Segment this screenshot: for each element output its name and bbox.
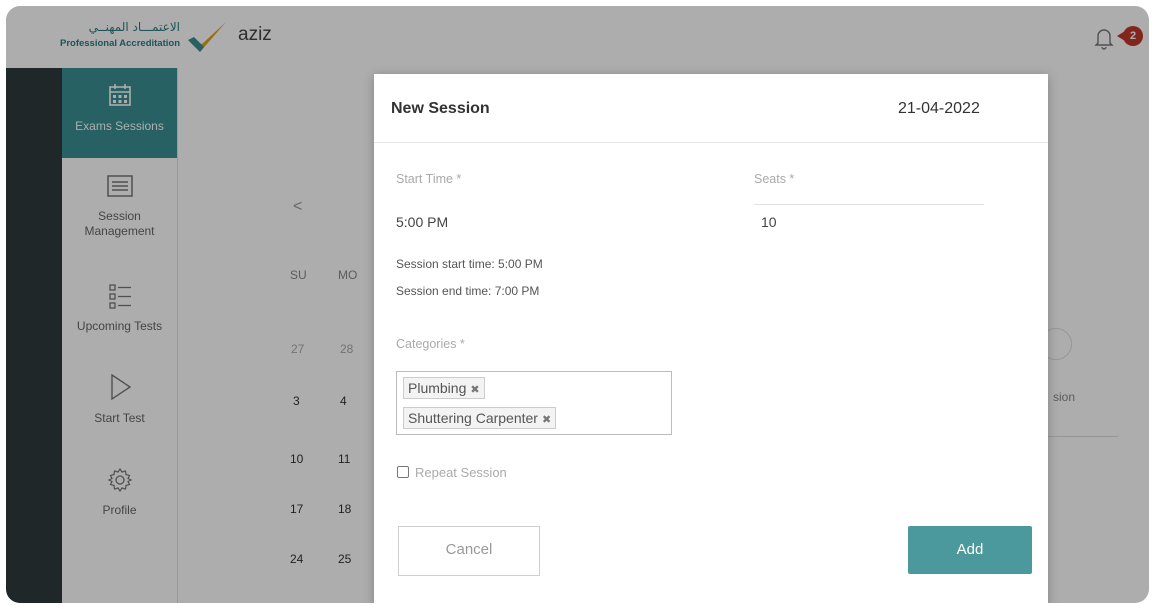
- session-start-text: Session start time: 5:00 PM: [396, 257, 543, 271]
- seats-underline: [754, 204, 984, 205]
- category-chip-label: Shuttering Carpenter: [408, 410, 538, 426]
- category-chip: Plumbing ✖: [403, 377, 485, 399]
- start-time-label: Start Time *: [396, 172, 462, 186]
- repeat-session-checkbox[interactable]: [397, 466, 409, 478]
- category-chip: Shuttering Carpenter ✖: [403, 407, 557, 429]
- new-session-dialog: New Session 21-04-2022 Start Time * 5:00…: [374, 74, 1048, 603]
- add-button[interactable]: Add: [908, 526, 1032, 574]
- categories-label: Categories *: [396, 337, 465, 351]
- repeat-session-option[interactable]: Repeat Session: [397, 465, 507, 480]
- repeat-session-label: Repeat Session: [415, 465, 507, 480]
- dialog-date: 21-04-2022: [898, 100, 980, 117]
- start-time-field[interactable]: 5:00 PM: [396, 214, 448, 230]
- dialog-header: New Session 21-04-2022: [374, 74, 1048, 143]
- cancel-button[interactable]: Cancel: [398, 526, 540, 576]
- categories-multiselect[interactable]: Plumbing ✖ Shuttering Carpenter ✖: [396, 371, 672, 435]
- seats-label: Seats *: [754, 172, 795, 186]
- session-end-text: Session end time: 7:00 PM: [396, 284, 540, 298]
- app-window: الاعتمـــاد المهنــي Professional Accred…: [6, 6, 1149, 603]
- dialog-title: New Session: [391, 100, 490, 117]
- remove-chip-icon[interactable]: ✖: [542, 414, 551, 426]
- category-chip-label: Plumbing: [408, 380, 467, 396]
- seats-field[interactable]: 10: [761, 214, 777, 230]
- remove-chip-icon[interactable]: ✖: [470, 384, 479, 396]
